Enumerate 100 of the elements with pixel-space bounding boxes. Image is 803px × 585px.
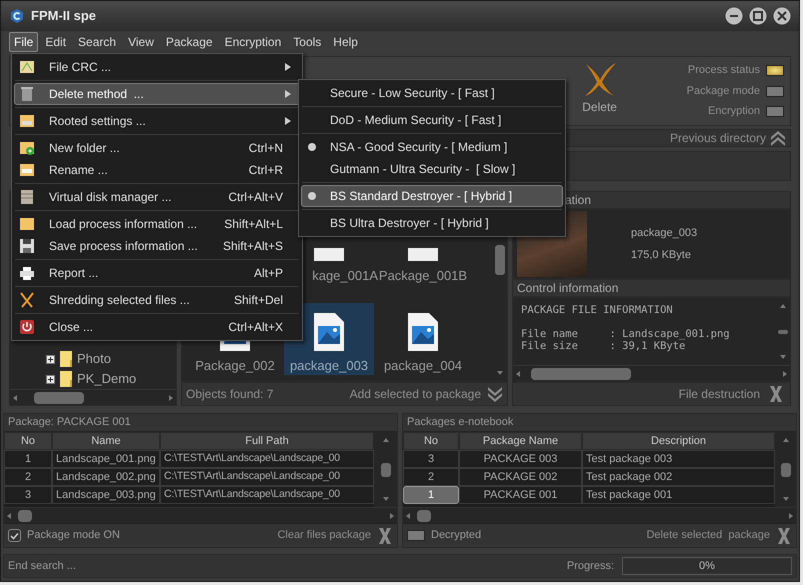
folder-icon: [313, 248, 345, 262]
menu-bar-item[interactable]: View: [123, 32, 159, 52]
table-cell: Landscape_001.png: [52, 450, 160, 468]
scrollbar-thumb[interactable]: [18, 510, 32, 522]
scrollbar-thumb[interactable]: [380, 462, 390, 476]
menu-item[interactable]: Shredding selected files ... Shift+Del: [14, 289, 300, 311]
vertical-scrollbar[interactable]: [374, 432, 397, 507]
table-cell: Landscape_003.png: [52, 486, 160, 504]
menu-item[interactable]: Load process information ... Shift+Alt+L: [14, 213, 300, 235]
horizontal-scrollbar[interactable]: [4, 507, 397, 523]
column-header[interactable]: Package Name: [459, 432, 582, 450]
menu-bar-item[interactable]: Package: [160, 32, 218, 52]
submenu-arrow-icon: [285, 63, 291, 71]
stack-icon: [19, 189, 35, 205]
double-chevron-up-icon: [770, 128, 786, 148]
menu-bar-item[interactable]: Tools: [288, 32, 326, 52]
check-icon: [10, 532, 19, 540]
menu-bar-item[interactable]: Encryption: [220, 32, 286, 52]
table-cell: 1: [403, 486, 459, 504]
folder-icon: [19, 216, 35, 232]
menu-item[interactable]: Save process information ... Shift+Alt+S: [14, 235, 300, 257]
scrollbar-thumb[interactable]: [495, 245, 505, 275]
menu-item[interactable]: BS Standard Destroyer - [ Hybrid ]: [301, 185, 563, 207]
table-cell: PACKAGE 001: [459, 486, 582, 504]
tree-item[interactable]: PK_Demo: [77, 369, 136, 389]
trash-can-icon: [19, 86, 35, 102]
column-header[interactable]: No: [4, 432, 52, 450]
image-file-icon: [407, 312, 439, 352]
column-header[interactable]: Full Path: [160, 432, 374, 450]
status-message: End search ...: [8, 558, 76, 574]
maximize-button[interactable]: [749, 7, 767, 25]
menu-item[interactable]: Delete method ...: [14, 83, 300, 105]
table-cell: Test package 003: [582, 450, 775, 468]
scroll-up-icon: [380, 436, 390, 444]
menu-item[interactable]: BS Ultra Destroyer - [ Hybrid ]: [301, 212, 563, 234]
clear-files-package-button[interactable]: Clear files package: [277, 526, 393, 544]
tree-item[interactable]: Photo: [77, 349, 111, 369]
scrollbar-thumb[interactable]: [780, 462, 790, 476]
image-file-icon: [313, 312, 345, 352]
menu-item[interactable]: Gutmann - Ultra Security - [ Slow ]: [301, 158, 563, 180]
folder-tile[interactable]: Package_001B: [378, 245, 468, 285]
horizontal-scrollbar[interactable]: [403, 507, 796, 523]
image-size: 175,0 KByte: [631, 248, 692, 263]
table-cell: C:\TEST\Art\Landscape\Landscape_00: [160, 486, 374, 504]
menu-item[interactable]: File CRC ...: [14, 56, 300, 78]
menu-item[interactable]: NSA - Good Security - [ Medium ]: [301, 136, 563, 158]
scroll-down-icon: [778, 353, 788, 361]
submenu-arrow-icon: [285, 117, 291, 125]
expand-icon[interactable]: [46, 374, 55, 384]
horizontal-scrollbar[interactable]: [513, 365, 790, 381]
scrollbar-thumb[interactable]: [34, 392, 84, 404]
scrollbar-thumb[interactable]: [417, 510, 431, 522]
minimize-button[interactable]: [725, 7, 743, 25]
double-chevron-down-icon: [487, 384, 503, 404]
info-line: File size : 39,1 KByte: [521, 340, 686, 352]
folder-icon: [59, 370, 73, 388]
menu-bar-item[interactable]: Edit: [40, 32, 72, 52]
x-icon: [768, 385, 784, 403]
table-cell: 1: [4, 450, 52, 468]
checkbox[interactable]: [8, 529, 21, 542]
menu-item[interactable]: Rename ... Ctrl+R: [14, 159, 300, 181]
column-header[interactable]: Description: [582, 432, 775, 450]
expand-icon[interactable]: [46, 354, 55, 364]
printer-icon: [19, 265, 35, 281]
folder-icon: [59, 350, 73, 368]
image-name: package_003: [631, 226, 698, 240]
file-destruction-button[interactable]: File destruction: [512, 382, 791, 406]
menu-item[interactable]: Secure - Low Security - [ Fast ]: [301, 82, 563, 104]
scrollbar-thumb[interactable]: [531, 368, 631, 380]
table-cell: PACKAGE 003: [459, 450, 582, 468]
menu-item[interactable]: DoD - Medium Security - [ Fast ]: [301, 109, 563, 131]
menu-item[interactable]: Virtual disk manager ... Ctrl+Alt+V: [14, 186, 300, 208]
delete-button[interactable]: Delete: [572, 60, 627, 122]
column-header[interactable]: No: [403, 432, 459, 450]
panel-header: Packages e-notebook: [403, 414, 796, 432]
menu-bar-item[interactable]: File: [9, 32, 38, 52]
vertical-scrollbar[interactable]: [775, 432, 796, 507]
panel-header: Package: PACKAGE 001: [4, 414, 397, 432]
objects-count: Objects found: 7: [186, 386, 274, 403]
delete-package-button[interactable]: Delete selected package: [646, 526, 792, 544]
horizontal-scrollbar[interactable]: [10, 389, 176, 405]
scroll-up-icon: [778, 302, 788, 310]
power-icon: [19, 319, 35, 335]
close-button[interactable]: [773, 7, 791, 25]
scroll-down-icon: [495, 369, 505, 377]
panel-header: Control information: [512, 279, 791, 297]
menu-bar-item[interactable]: Search: [73, 32, 122, 52]
scrollbar-thumb[interactable]: [778, 330, 788, 334]
menu-item[interactable]: New folder ... Ctrl+N: [14, 137, 300, 159]
column-header[interactable]: Name: [52, 432, 160, 450]
progress-text: 0%: [699, 558, 715, 574]
menu-item[interactable]: Report ... Alt+P: [14, 262, 300, 284]
add-to-package-button[interactable]: Add selected to package: [350, 384, 503, 404]
x-icon: [776, 526, 792, 544]
image-tile[interactable]: package_004: [378, 303, 468, 375]
menu-item[interactable]: Rooted settings ...: [14, 110, 300, 132]
checkbox-label: Package mode ON: [27, 528, 120, 544]
menu-bar-item[interactable]: Help: [328, 32, 363, 52]
info-line: File name : Landscape_001.png: [521, 328, 731, 340]
scroll-down-icon: [380, 495, 390, 503]
